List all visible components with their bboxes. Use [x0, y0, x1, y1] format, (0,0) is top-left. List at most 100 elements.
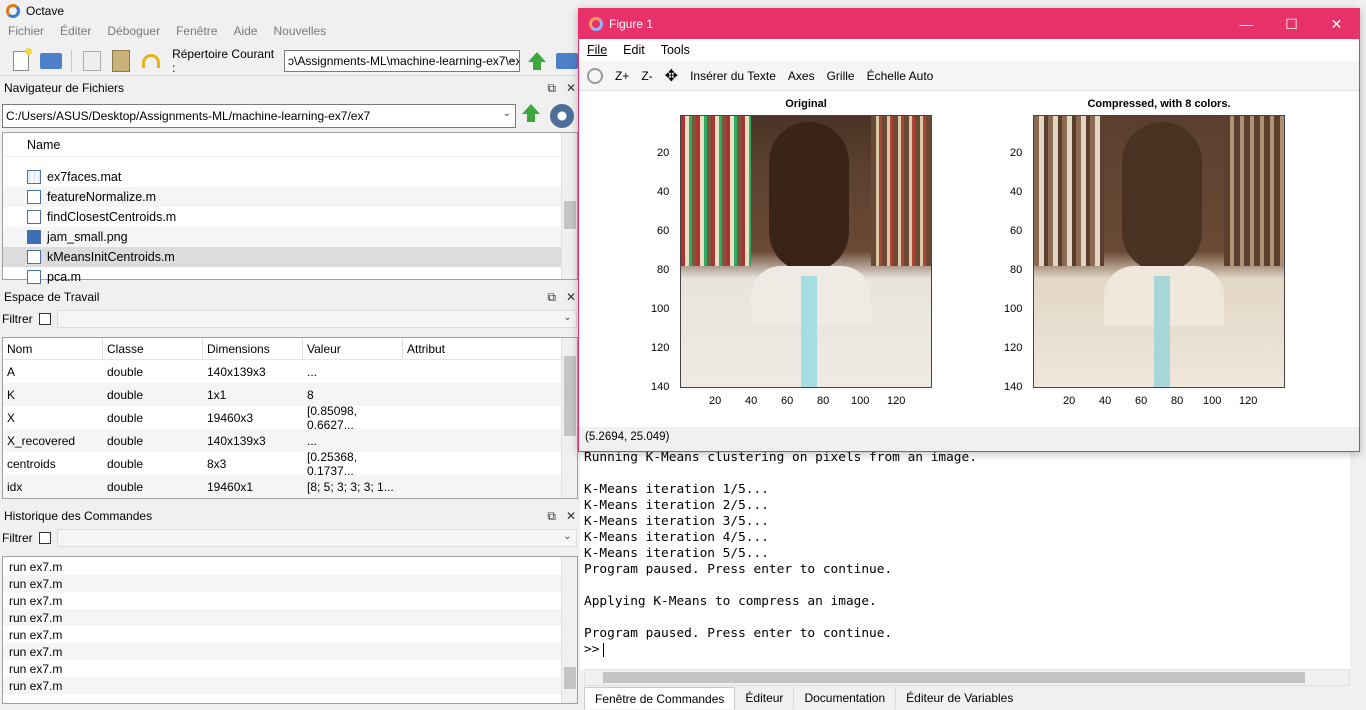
file-row[interactable]: featureNormalize.m	[3, 187, 577, 207]
var-name: centroids	[7, 456, 56, 471]
insert-text-button[interactable]: Insérer du Texte	[690, 69, 776, 83]
console-prompt-line[interactable]: >>	[584, 642, 1350, 658]
history-item[interactable]: run ex7.m	[3, 558, 577, 575]
autoscale-button[interactable]: Échelle Auto	[867, 69, 934, 83]
file-list-header[interactable]: Name	[3, 133, 577, 157]
parent-dir-button[interactable]	[524, 48, 550, 74]
axes-button[interactable]: Axes	[788, 69, 815, 83]
workspace-scrollbar[interactable]	[561, 338, 577, 498]
tab-documentation[interactable]: Documentation	[794, 687, 897, 709]
scroll-thumb[interactable]	[564, 201, 576, 229]
main-toolbar: Répertoire Courant : ɔ\Assignments-ML\ma…	[0, 46, 580, 76]
new-script-button[interactable]	[8, 47, 34, 74]
maximize-icon[interactable]: ☐	[1269, 9, 1314, 39]
table-row[interactable]: Kdouble 1x1 8	[3, 383, 577, 406]
col-nom[interactable]: Nom	[3, 338, 103, 359]
file-browser-path[interactable]: C:/Users/ASUS/Desktop/Assignments-ML/mac…	[2, 104, 516, 128]
table-row[interactable]: Adouble 140x139x3...	[3, 360, 577, 383]
table-row[interactable]: X_recovered double 140x139x3...	[3, 429, 577, 452]
undo-button[interactable]	[138, 48, 164, 74]
figure-title: Figure 1	[609, 17, 654, 31]
settings-gear-icon[interactable]	[550, 104, 574, 128]
grid-button[interactable]: Grille	[827, 69, 855, 83]
x-tick: 80	[817, 395, 830, 407]
pan-icon[interactable]: ✥	[665, 66, 678, 86]
app-title: Octave	[26, 4, 65, 18]
file-name: ex7faces.mat	[47, 170, 122, 184]
close-icon[interactable]: ✕	[1314, 9, 1359, 39]
undock-icon[interactable]: ⧉	[547, 509, 556, 524]
col-valeur[interactable]: Valeur	[303, 338, 403, 359]
figure-menu-file[interactable]: File	[587, 43, 607, 57]
up-arrow-icon	[528, 51, 547, 70]
current-dir-label: Répertoire Courant :	[172, 46, 275, 75]
file-row[interactable]: pca.m	[3, 267, 577, 287]
figure-menu-edit[interactable]: Edit	[623, 43, 645, 57]
copy-icon	[82, 50, 101, 71]
y-tick: 20	[1010, 147, 1023, 159]
scroll-thumb[interactable]	[564, 356, 576, 436]
file-row[interactable]: jam_small.png	[3, 227, 577, 247]
history-item[interactable]: run ex7.m	[3, 626, 577, 643]
filter-checkbox[interactable]	[38, 313, 51, 325]
filter-checkbox[interactable]	[38, 532, 51, 544]
tab-command-window[interactable]: Fenêtre de Commandes	[584, 687, 736, 709]
file-row[interactable]: findClosestCentroids.m	[3, 207, 577, 227]
tab-variable-editor[interactable]: Éditeur de Variables	[896, 687, 1023, 709]
copy-button[interactable]	[79, 48, 105, 74]
table-row[interactable]: idx double 19460x1 [8; 5; 3; 3; 3; 1...	[3, 475, 577, 498]
history-item[interactable]: run ex7.m	[3, 575, 577, 592]
y-tick: 60	[657, 225, 670, 237]
scroll-thumb[interactable]	[603, 672, 1305, 683]
x-tick: 40	[745, 395, 758, 407]
minimize-icon[interactable]: —	[1224, 9, 1269, 39]
tab-editor[interactable]: Éditeur	[735, 687, 795, 709]
filter-input[interactable]: ⌄	[56, 310, 577, 328]
history-item[interactable]: run ex7.m	[3, 609, 577, 626]
file-name: jam_small.png	[47, 230, 128, 244]
table-row[interactable]: centroids double 8x3 [0.25368, 0.1737...	[3, 450, 577, 478]
col-attribut[interactable]: Attribut	[403, 338, 561, 359]
file-row[interactable]: ex7faces.mat	[3, 167, 577, 187]
zoom-in-button[interactable]: Z+	[615, 69, 629, 83]
history-item[interactable]: run ex7.m	[3, 592, 577, 609]
history-item[interactable]: run ex7.m	[3, 660, 577, 677]
m-file-icon	[27, 210, 41, 224]
figure-menu-tools[interactable]: Tools	[661, 43, 690, 57]
filter-input[interactable]: ⌄	[56, 529, 577, 547]
scroll-thumb[interactable]	[564, 667, 576, 689]
menu-deboguer[interactable]: Déboguer	[107, 24, 160, 44]
rotate-icon[interactable]	[587, 67, 603, 84]
command-hscrollbar[interactable]	[584, 669, 1350, 686]
close-icon[interactable]: ✕	[566, 81, 576, 96]
menu-fichier[interactable]: Fichier	[8, 24, 44, 44]
file-row-selected[interactable]: kMeansInitCentroids.m	[3, 247, 577, 267]
history-item[interactable]: run ex7.m	[3, 643, 577, 660]
file-list-scrollbar[interactable]	[561, 133, 577, 279]
file-browser-up-button[interactable]	[522, 104, 540, 122]
menu-fenetre[interactable]: Fenêtre	[176, 24, 217, 44]
command-vscrollbar[interactable]	[1350, 450, 1366, 670]
col-dimensions[interactable]: Dimensions	[203, 338, 303, 359]
table-row[interactable]: Xdouble 19460x3 [0.85098, 0.6627...	[3, 404, 577, 432]
command-window[interactable]: Running K-Means clustering on pixels fro…	[580, 450, 1350, 670]
undock-icon[interactable]: ⧉	[547, 81, 556, 96]
col-classe[interactable]: Classe	[103, 338, 203, 359]
menu-nouvelles[interactable]: Nouvelles	[273, 24, 326, 44]
close-icon[interactable]: ✕	[566, 290, 576, 305]
history-scrollbar[interactable]	[561, 557, 577, 703]
open-button[interactable]	[38, 48, 64, 74]
close-icon[interactable]: ✕	[566, 509, 576, 524]
history-item[interactable]: run ex7.m	[3, 677, 577, 694]
menu-editer[interactable]: Éditer	[60, 24, 91, 44]
zoom-out-button[interactable]: Z-	[641, 69, 652, 83]
paste-button[interactable]	[108, 48, 134, 74]
browse-dir-button[interactable]	[554, 48, 580, 74]
undock-icon[interactable]: ⧉	[547, 290, 556, 305]
current-dir-combo[interactable]: ɔ\Assignments-ML\machine-learning-ex7\ex…	[284, 49, 521, 72]
name-column-header[interactable]: Name	[27, 138, 60, 152]
figure-canvas[interactable]: Original Compressed, with 8 colors. 20 4…	[579, 91, 1359, 427]
figure-statusbar: (5.2694, 25.049)	[579, 427, 1359, 447]
menu-aide[interactable]: Aide	[233, 24, 257, 44]
